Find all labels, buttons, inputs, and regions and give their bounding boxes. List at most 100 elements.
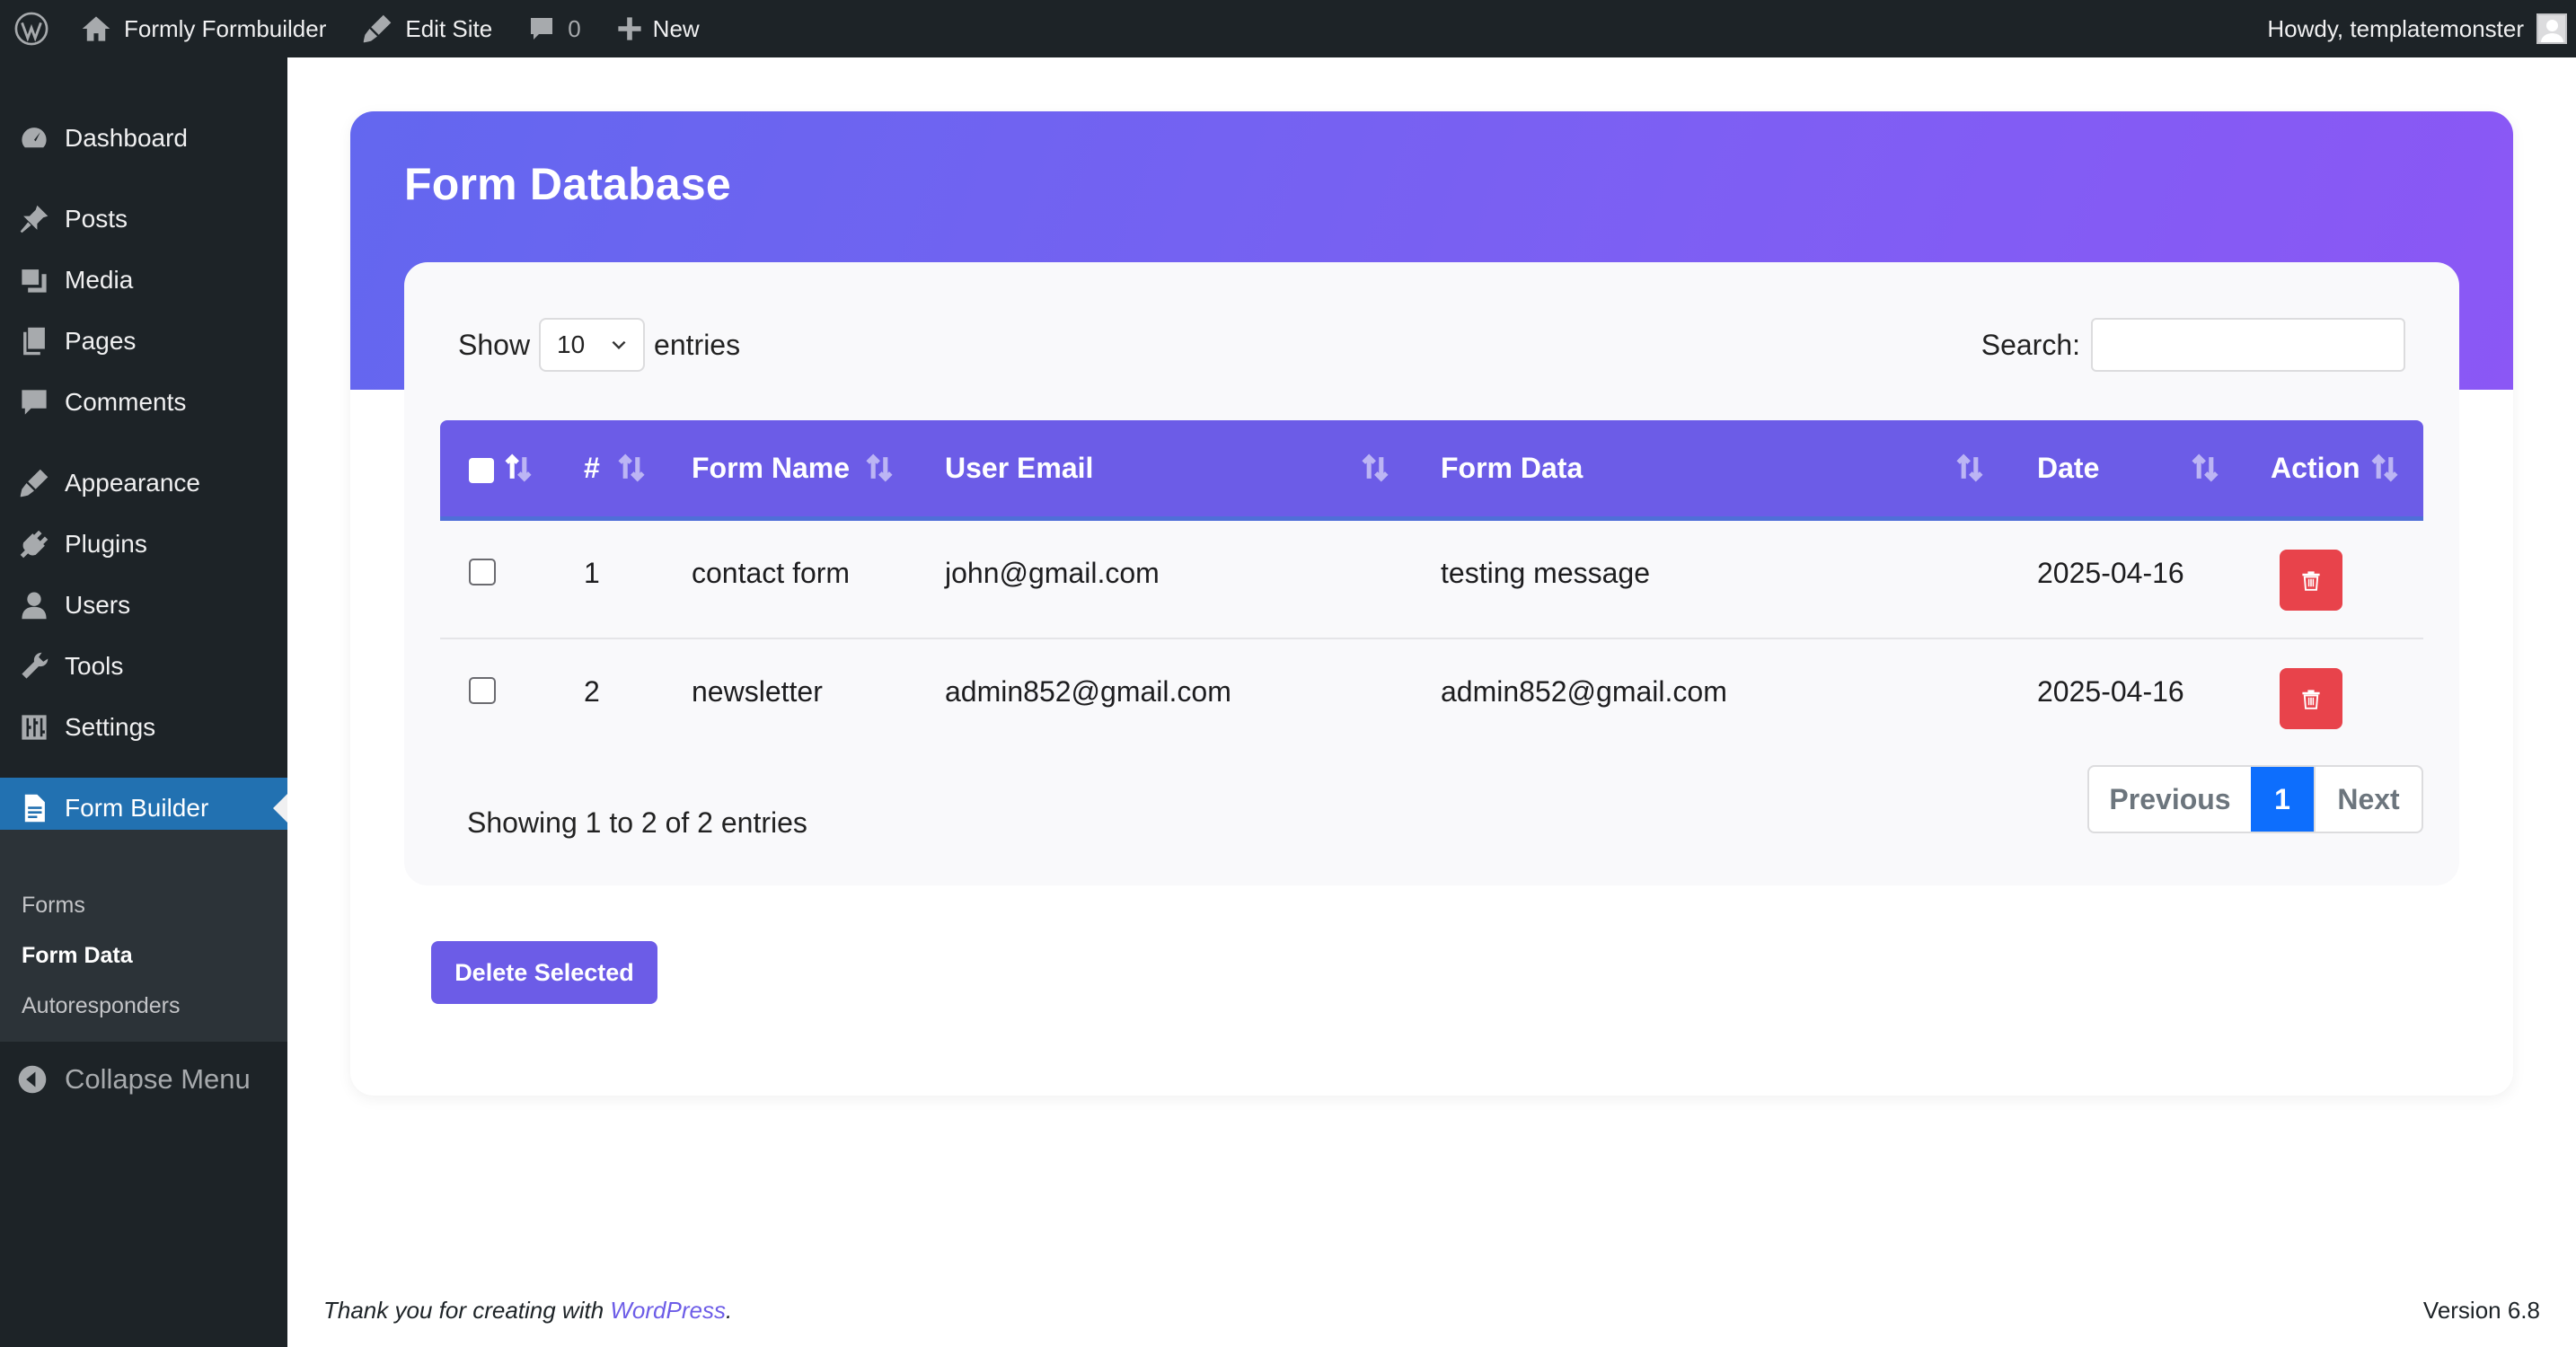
sidebar-item-settings[interactable]: Settings: [0, 697, 287, 758]
footer-version: Version 6.8: [2422, 1297, 2540, 1324]
plug-icon: [0, 529, 65, 559]
sidebar-item-comments[interactable]: Comments: [0, 372, 287, 433]
sidebar-item-dashboard[interactable]: Dashboard: [0, 108, 287, 169]
submenu-item-autoresponders[interactable]: Autoresponders: [22, 993, 181, 1019]
column-header-user-email[interactable]: User Email: [945, 420, 1093, 516]
column-header-label: #: [584, 452, 600, 484]
sort-arrows-icon[interactable]: [864, 453, 895, 483]
sort-arrows-icon[interactable]: [2190, 453, 2220, 483]
site-name-label: Formly Formbuilder: [124, 14, 327, 42]
column-header-id[interactable]: #: [584, 420, 600, 516]
sidebar-item-users[interactable]: Users: [0, 575, 287, 636]
sort-arrows-icon[interactable]: [616, 453, 647, 483]
sidebar-item-appearance[interactable]: Appearance: [0, 453, 287, 514]
sort-arrows-icon[interactable]: [1360, 453, 1390, 483]
previous-page-button[interactable]: Previous: [2089, 767, 2251, 832]
column-header-label: Date: [2037, 452, 2100, 484]
wordpress-logo-icon: [14, 12, 49, 46]
page-1-button[interactable]: 1: [2251, 767, 2314, 832]
sort-arrows-icon[interactable]: [1954, 453, 1985, 483]
entries-select-value: 10: [557, 330, 586, 358]
sort-arrows-icon[interactable]: [2369, 453, 2400, 483]
pages-icon: [0, 326, 65, 357]
wordpress-link[interactable]: WordPress: [610, 1297, 726, 1324]
avatar: [2536, 13, 2567, 44]
edit-site-label: Edit Site: [405, 14, 493, 42]
cell-user-email: john@gmail.com: [945, 557, 1160, 589]
footer-thanks-suffix: .: [725, 1297, 733, 1324]
submenu-item-forms[interactable]: Forms: [22, 893, 85, 919]
delete-row-button[interactable]: [2280, 668, 2342, 729]
table-row: 1 contact form john@gmail.com testing me…: [440, 521, 2423, 639]
brush-icon: [364, 14, 392, 43]
pagination: Previous 1 Next: [2087, 765, 2423, 833]
sidebar-item-media[interactable]: Media: [0, 250, 287, 311]
sidebar-item-label: Pages: [65, 327, 137, 355]
submenu-item-form-data[interactable]: Form Data: [22, 943, 133, 969]
search-control: Search:: [1981, 318, 2405, 372]
my-account[interactable]: Howdy, templatemonster: [2267, 13, 2576, 44]
cell-form-name: contact form: [692, 557, 851, 589]
edit-site-link[interactable]: Edit Site: [349, 0, 505, 57]
sort-arrows-icon[interactable]: [503, 453, 534, 483]
sidebar-item-label: Settings: [65, 713, 156, 741]
column-header-form-name[interactable]: Form Name: [692, 420, 850, 516]
site-name-link[interactable]: Formly Formbuilder: [68, 0, 339, 57]
sidebar-item-tools[interactable]: Tools: [0, 636, 287, 697]
column-header-label: Action: [2271, 452, 2360, 484]
table-row: 2 newsletter admin852@gmail.com admin852…: [440, 639, 2423, 758]
trash-icon: [2302, 690, 2320, 709]
collapse-menu-label: Collapse Menu: [65, 1063, 251, 1095]
form-database-card: Form Database Show 10 entries Search: # …: [350, 111, 2513, 1096]
table-header: # Form Name User Email Form Data Date Ac…: [440, 420, 2423, 521]
main-content: Form Database Show 10 entries Search: # …: [287, 57, 2576, 1347]
cell-date: 2025-04-16: [2037, 557, 2184, 589]
comments-count: 0: [568, 14, 581, 42]
column-header-date[interactable]: Date: [2037, 420, 2099, 516]
row-checkbox[interactable]: [469, 677, 496, 704]
dashboard-icon: [0, 123, 65, 154]
document-icon: [0, 793, 65, 823]
form-data-table: # Form Name User Email Form Data Date Ac…: [440, 420, 2423, 758]
admin-sidebar: Dashboard Posts Media Pages Comments App…: [0, 57, 287, 1347]
brush-icon: [0, 468, 65, 498]
select-all-checkbox[interactable]: [469, 458, 494, 483]
sidebar-item-pages[interactable]: Pages: [0, 311, 287, 372]
table-info: Showing 1 to 2 of 2 entries: [467, 806, 807, 839]
new-label: New: [652, 14, 700, 42]
user-icon: [0, 590, 65, 621]
media-icon: [0, 265, 65, 295]
wrench-icon: [0, 651, 65, 682]
sidebar-item-label: Form Builder: [65, 794, 209, 822]
search-label: Search:: [1981, 328, 2080, 361]
howdy-greeting: Howdy, templatemonster: [2267, 14, 2524, 42]
form-builder-submenu: Forms Form Data Autoresponders: [0, 830, 287, 1042]
row-checkbox[interactable]: [469, 559, 496, 585]
next-page-button[interactable]: Next: [2314, 767, 2422, 832]
column-header-label: Form Data: [1441, 452, 1584, 484]
wordpress-logo-button[interactable]: [0, 0, 68, 57]
new-content-link[interactable]: New: [604, 0, 712, 57]
sidebar-item-label: Dashboard: [65, 124, 188, 152]
sidebar-item-plugins[interactable]: Plugins: [0, 514, 287, 575]
sliders-icon: [0, 712, 65, 743]
cell-form-data: testing message: [1441, 557, 1651, 589]
footer-thanks-prefix: Thank you for creating with: [323, 1297, 611, 1324]
cell-form-data: admin852@gmail.com: [1441, 675, 1727, 708]
delete-row-button[interactable]: [2280, 550, 2342, 611]
sidebar-item-label: Tools: [65, 652, 124, 680]
column-header-action[interactable]: Action: [2271, 420, 2360, 516]
search-input[interactable]: [2091, 318, 2405, 372]
comments-link[interactable]: 0: [516, 0, 593, 57]
trash-icon: [2302, 571, 2320, 591]
cell-id: 1: [584, 557, 600, 589]
datatable-card: Show 10 entries Search: # Form Name User…: [404, 262, 2459, 885]
column-header-form-data[interactable]: Form Data: [1441, 420, 1583, 516]
delete-selected-button[interactable]: Delete Selected: [431, 941, 657, 1004]
sidebar-item-posts[interactable]: Posts: [0, 189, 287, 250]
entries-select[interactable]: 10: [539, 318, 646, 372]
entries-label: entries: [654, 328, 741, 361]
chevron-down-icon: [612, 340, 626, 350]
collapse-menu-button[interactable]: Collapse Menu: [0, 1052, 287, 1106]
sidebar-item-label: Comments: [65, 388, 187, 416]
